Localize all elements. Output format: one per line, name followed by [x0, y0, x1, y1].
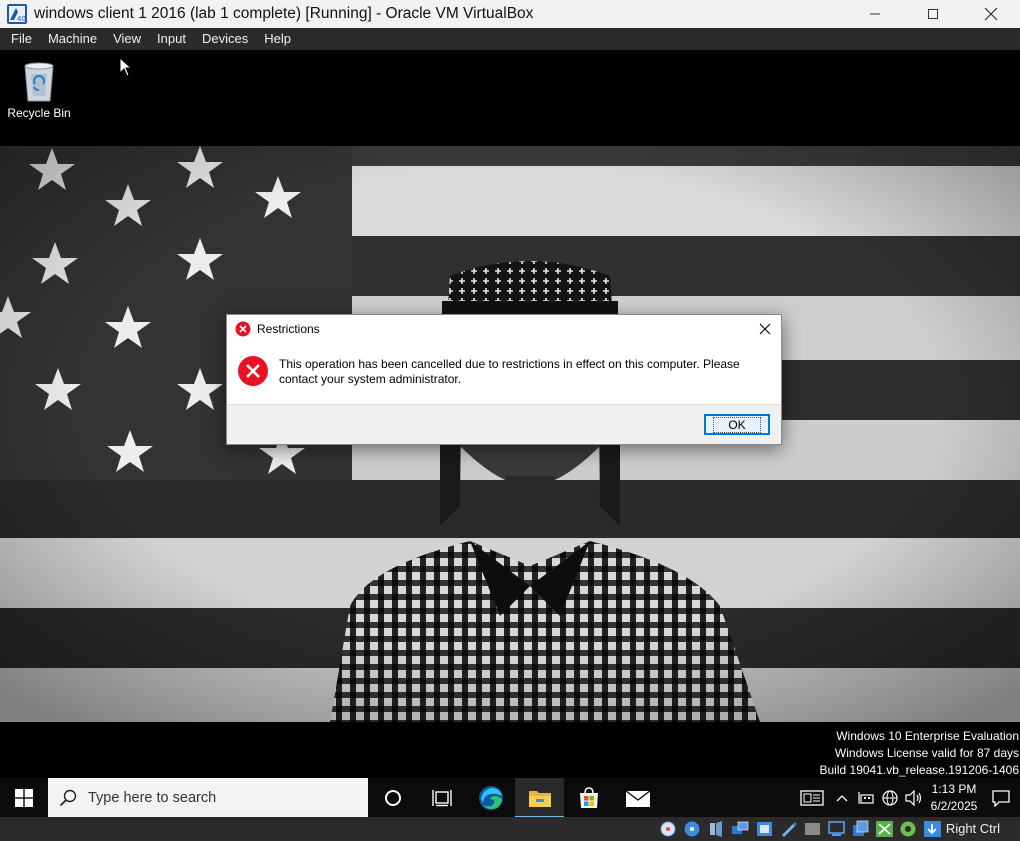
- edge-icon[interactable]: [466, 778, 515, 817]
- recycle-bin-icon: [17, 56, 61, 104]
- mouse-integration-status-icon[interactable]: [923, 820, 942, 838]
- clock-date: 6/2/2025: [930, 799, 978, 813]
- start-button[interactable]: [0, 778, 48, 817]
- dialog-footer: OK: [227, 404, 781, 444]
- video-capture-status-icon[interactable]: [827, 820, 846, 838]
- windows-logo-icon: [15, 789, 33, 807]
- hard-disk-status-icon[interactable]: [659, 820, 678, 838]
- optical-drive-status-icon[interactable]: [683, 820, 702, 838]
- news-widget-icon[interactable]: [794, 778, 830, 817]
- search-icon: [48, 789, 88, 807]
- task-view-icon[interactable]: [417, 778, 466, 817]
- display-status-icon[interactable]: [803, 820, 822, 838]
- menu-help[interactable]: Help: [256, 28, 299, 50]
- network-status-icon[interactable]: [731, 820, 750, 838]
- menu-input[interactable]: Input: [149, 28, 194, 50]
- host-titlebar[interactable]: 40 windows client 1 2016 (lab 1 complete…: [0, 0, 1020, 28]
- desktop-icon-recycle-bin[interactable]: Recycle Bin: [4, 56, 74, 120]
- host-window-title: windows client 1 2016 (lab 1 complete) […: [34, 5, 534, 22]
- maximize-button[interactable]: [904, 0, 962, 28]
- dialog-close-button[interactable]: [755, 319, 775, 339]
- search-placeholder: Type here to search: [88, 790, 217, 806]
- cortana-icon[interactable]: [368, 778, 417, 817]
- watermark-edition: Windows 10 Enterprise Evaluation: [836, 729, 1019, 743]
- error-icon: [237, 355, 269, 387]
- mouse-cursor-icon: [119, 57, 133, 77]
- dialog-titlebar[interactable]: Restrictions: [227, 315, 781, 343]
- watermark-license: Windows License valid for 87 days: [834, 746, 1019, 760]
- restrictions-dialog[interactable]: Restrictions This operation has been can…: [226, 314, 782, 445]
- taskbar: Type here to search 1:13 PM 6/2/2025: [0, 778, 1020, 817]
- store-icon[interactable]: [564, 778, 613, 817]
- guest-additions-status-icon[interactable]: [899, 820, 918, 838]
- watermark-build: Build 19041.vb_release.191206-1406: [819, 763, 1020, 777]
- dialog-title: Restrictions: [257, 322, 320, 336]
- mail-icon[interactable]: [613, 778, 662, 817]
- virtualbox-app-icon: 40: [6, 3, 28, 25]
- taskbar-clock[interactable]: 1:13 PM 6/2/2025: [926, 781, 982, 815]
- minimize-button[interactable]: [846, 0, 904, 28]
- guest-desktop[interactable]: Recycle Bin Restrictions This operation …: [0, 50, 1020, 817]
- menu-devices[interactable]: Devices: [194, 28, 256, 50]
- system-tray: 1:13 PM 6/2/2025: [794, 778, 1020, 817]
- network-adapter-icon[interactable]: [854, 778, 878, 817]
- audio-status-icon[interactable]: [707, 820, 726, 838]
- taskbar-search-box[interactable]: Type here to search: [48, 778, 368, 817]
- action-center-icon[interactable]: [982, 778, 1020, 817]
- file-explorer-icon[interactable]: [515, 778, 564, 817]
- vbox-menubar: File Machine View Input Devices Help: [0, 28, 1020, 50]
- vbox-statusbar: Right Ctrl: [0, 817, 1020, 841]
- error-small-icon: [235, 321, 251, 337]
- ok-button[interactable]: OK: [704, 414, 770, 435]
- menu-machine[interactable]: Machine: [40, 28, 105, 50]
- activation-watermark: Windows 10 Enterprise Evaluation Windows…: [820, 728, 1020, 779]
- clipboard-status-icon[interactable]: [851, 820, 870, 838]
- svg-text:40: 40: [17, 15, 26, 23]
- ok-button-label: OK: [713, 416, 761, 433]
- menu-view[interactable]: View: [105, 28, 149, 50]
- chevron-up-icon[interactable]: [830, 778, 854, 817]
- clock-time: 1:13 PM: [931, 782, 977, 796]
- close-button[interactable]: [962, 0, 1020, 28]
- menu-file[interactable]: File: [3, 28, 40, 50]
- dialog-message: This operation has been cancelled due to…: [279, 357, 740, 386]
- shared-folders-status-icon[interactable]: [779, 820, 798, 838]
- host-key-label[interactable]: Right Ctrl: [946, 821, 1000, 836]
- volume-icon[interactable]: [902, 778, 926, 817]
- cpu-status-icon[interactable]: [875, 820, 894, 838]
- recycle-bin-label: Recycle Bin: [7, 106, 71, 120]
- usb-status-icon[interactable]: [755, 820, 774, 838]
- globe-network-icon[interactable]: [878, 778, 902, 817]
